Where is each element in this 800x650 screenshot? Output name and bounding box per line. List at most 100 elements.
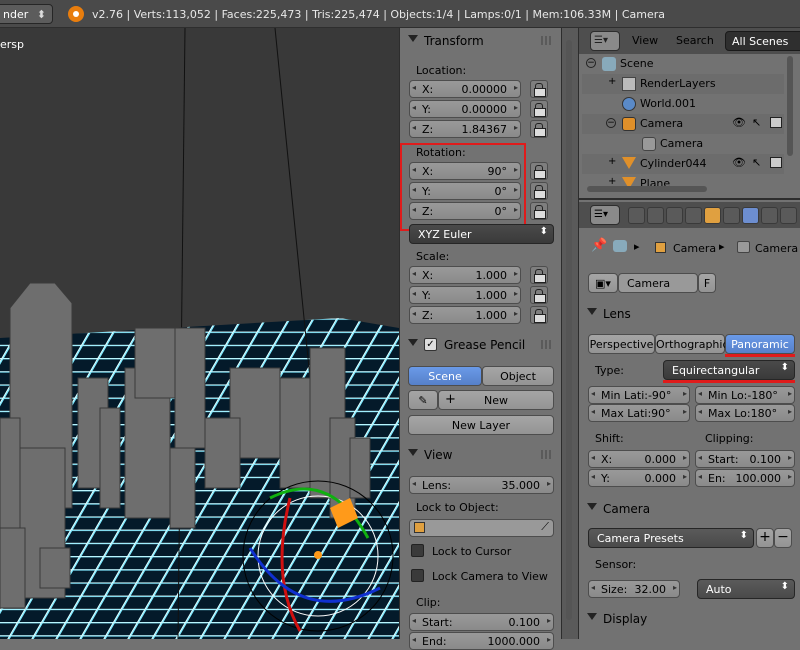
grease-pencil-header[interactable]: ✓ Grease Pencil <box>404 334 557 356</box>
grease-object-tab[interactable]: Object <box>482 366 554 386</box>
scale-x-field[interactable]: ◂ X: 1.000 ▸ <box>409 266 521 284</box>
min-latitude-field[interactable]: ◂ Min Lati:-90° ▸ <box>588 386 690 404</box>
drag-grip-icon[interactable] <box>541 340 553 349</box>
collapse-icon[interactable]: − <box>586 58 596 68</box>
outliner-item-camera-data[interactable]: Camera <box>582 134 784 154</box>
panoramic-button[interactable]: Panoramic <box>725 334 795 354</box>
properties-shelf: Transform Location: ◂ X: 0.00000 ▸ ◂ Y: 0.000… <box>399 28 561 650</box>
clip-start-field[interactable]: ◂ Start: 0.100 ▸ <box>695 450 795 468</box>
location-y-field[interactable]: ◂ Y: 0.00000 ▸ <box>409 100 521 118</box>
clip-start-field[interactable]: ◂ Start: 0.100 ▸ <box>409 613 554 631</box>
drag-grip-icon[interactable] <box>541 36 553 45</box>
shift-x-field[interactable]: ◂ X: 0.000 ▸ <box>588 450 690 468</box>
outliner-item-renderlayers[interactable]: + RenderLayers <box>582 74 784 94</box>
physics-tab-icon[interactable] <box>780 207 797 224</box>
remove-preset-button[interactable]: − <box>774 528 792 548</box>
expand-icon[interactable]: + <box>608 157 618 168</box>
camera-header[interactable]: Camera <box>583 498 796 520</box>
grease-new-button[interactable]: + New <box>438 390 554 410</box>
lock-cursor-checkbox[interactable] <box>411 544 424 557</box>
lock-icon[interactable] <box>530 182 548 200</box>
scene-tab-icon[interactable] <box>666 207 683 224</box>
lock-camera-checkbox[interactable] <box>411 569 424 582</box>
scale-z-field[interactable]: ◂ Z: 1.000 ▸ <box>409 306 521 324</box>
breadcrumb-arrow-icon: ▸ <box>719 240 725 253</box>
lock-object-field[interactable]: ⟋ <box>409 519 554 537</box>
lens-header[interactable]: Lens <box>583 303 796 325</box>
lens-field[interactable]: ◂ Lens: 35.000 ▸ <box>409 476 554 494</box>
grease-pencil-checkbox[interactable]: ✓ <box>424 338 437 351</box>
camera-browse-icon[interactable]: ▣▾ <box>588 273 618 293</box>
render-engine-dropdown[interactable]: nder ⬍ <box>0 4 53 24</box>
cursor-icon[interactable]: ↖ <box>752 156 761 169</box>
lock-icon[interactable] <box>530 120 548 138</box>
transform-header[interactable]: Transform <box>404 30 557 52</box>
drag-grip-icon[interactable] <box>541 450 553 459</box>
search-menu[interactable]: Search <box>676 34 714 47</box>
fake-user-button[interactable]: F <box>698 273 716 293</box>
outliner-item-scene[interactable]: − Scene <box>582 54 784 74</box>
expand-icon[interactable]: + <box>608 77 618 88</box>
scale-y-field[interactable]: ◂ Y: 1.000 ▸ <box>409 286 521 304</box>
eye-icon[interactable]: 👁 <box>732 116 746 129</box>
outliner-scrollbar[interactable] <box>787 56 793 156</box>
panorama-type-dropdown[interactable]: Equirectangular ⬍ <box>663 360 795 380</box>
lock-icon[interactable] <box>530 80 548 98</box>
render-layers-tab-icon[interactable] <box>647 207 664 224</box>
camera-datablock-name[interactable]: Camera <box>618 273 698 293</box>
render-icon[interactable] <box>770 157 782 168</box>
min-longitude-field[interactable]: ◂ Min Lo:-180° ▸ <box>695 386 795 404</box>
grease-scene-tab[interactable]: Scene <box>408 366 482 386</box>
world-tab-icon[interactable] <box>685 207 702 224</box>
render-icon[interactable] <box>770 117 782 128</box>
render-tab-icon[interactable] <box>628 207 645 224</box>
max-latitude-field[interactable]: ◂ Max Lati:90° ▸ <box>588 404 690 422</box>
texture-tab-icon[interactable] <box>761 207 778 224</box>
eyedropper-icon[interactable]: ⟋ <box>541 520 549 534</box>
orthographic-button[interactable]: Orthographic <box>655 334 729 354</box>
outliner-item-camera[interactable]: − Camera 👁 ↖ <box>582 114 784 134</box>
add-preset-button[interactable]: + <box>756 528 774 548</box>
view-header[interactable]: View <box>404 444 557 466</box>
rotation-mode-label: XYZ Euler <box>418 228 472 241</box>
constraints-tab-icon[interactable] <box>723 207 740 224</box>
view-menu[interactable]: View <box>632 34 658 47</box>
3d-viewport[interactable]: ersp <box>0 28 399 639</box>
rotation-mode-dropdown[interactable]: XYZ Euler ⬍ <box>409 224 554 244</box>
pencil-icon[interactable]: ✎ <box>408 390 438 410</box>
lock-icon[interactable] <box>530 286 548 304</box>
display-mode-dropdown[interactable]: All Scenes <box>725 31 800 51</box>
lock-icon[interactable] <box>530 306 548 324</box>
lock-icon[interactable] <box>530 100 548 118</box>
location-z-field[interactable]: ◂ Z: 1.84367 ▸ <box>409 120 521 138</box>
shift-y-field[interactable]: ◂ Y: 0.000 ▸ <box>588 469 690 487</box>
scrollbar[interactable] <box>566 40 572 620</box>
outliner-item-world[interactable]: World.001 <box>582 94 784 114</box>
clip-end-field[interactable]: ◂ En: 100.000 ▸ <box>695 469 795 487</box>
sensor-size-field[interactable]: ◂ Size: 32.00 ▸ <box>588 580 680 598</box>
new-layer-button[interactable]: New Layer <box>408 415 554 435</box>
pin-icon[interactable]: 📌 <box>591 238 607 253</box>
cursor-icon[interactable]: ↖ <box>752 116 761 129</box>
outliner-item-cylinder[interactable]: + Cylinder044 👁 ↖ <box>582 154 784 174</box>
item-label: Camera <box>660 137 704 150</box>
display-header[interactable]: Display <box>583 608 796 630</box>
lock-icon[interactable] <box>530 202 548 220</box>
clip-end-field[interactable]: ◂ End: 1000.000 ▸ <box>409 632 554 650</box>
collapse-icon[interactable]: − <box>606 118 616 128</box>
max-longitude-field[interactable]: ◂ Max Lo:180° ▸ <box>695 404 795 422</box>
editor-type-dropdown[interactable]: ☰▾ <box>590 205 620 225</box>
lock-icon[interactable] <box>530 162 548 180</box>
location-x-field[interactable]: ◂ X: 0.00000 ▸ <box>409 80 521 98</box>
perspective-button[interactable]: Perspective <box>588 334 655 354</box>
object-tab-icon[interactable] <box>704 207 721 224</box>
panorama-type-label: Equirectangular <box>672 364 760 377</box>
eye-icon[interactable]: 👁 <box>732 156 746 169</box>
lock-icon[interactable] <box>530 266 548 284</box>
render-engine-label: nder <box>3 8 29 21</box>
sensor-fit-dropdown[interactable]: Auto ⬍ <box>697 579 795 599</box>
camera-data-tab-icon[interactable] <box>742 207 759 224</box>
camera-presets-dropdown[interactable]: Camera Presets ⬍ <box>588 528 754 548</box>
outliner-hscrollbar[interactable] <box>587 186 707 192</box>
editor-type-dropdown[interactable]: ☰▾ <box>590 31 620 51</box>
